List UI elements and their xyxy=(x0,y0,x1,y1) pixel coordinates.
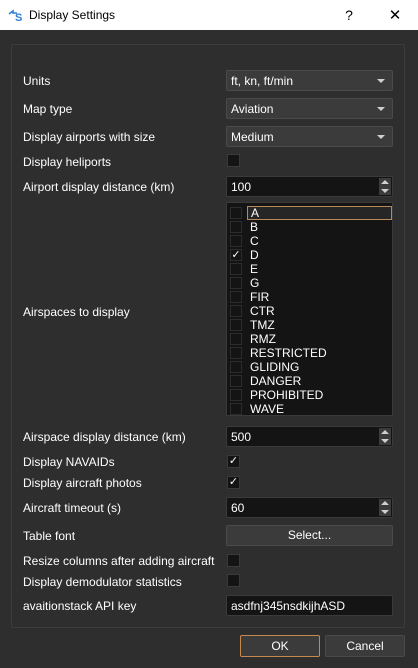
cancel-button[interactable]: Cancel xyxy=(325,635,405,657)
list-item-restricted[interactable]: RESTRICTED xyxy=(227,346,392,360)
list-item-label: A xyxy=(247,206,392,220)
resize-columns-checkbox[interactable] xyxy=(227,554,240,567)
list-item-rmz[interactable]: RMZ xyxy=(227,332,392,346)
select-font-button[interactable]: Select... xyxy=(226,525,393,546)
list-item-label: DANGER xyxy=(250,374,302,388)
list-item-b[interactable]: B xyxy=(227,220,392,234)
map-type-combo[interactable]: Aviation xyxy=(226,98,393,119)
list-item-checkbox[interactable] xyxy=(230,277,242,289)
chevron-down-icon xyxy=(377,79,385,83)
airport-size-value: Medium xyxy=(231,130,274,144)
airport-distance-spinbox[interactable]: 100 xyxy=(226,176,393,197)
list-item-label: FIR xyxy=(250,290,270,304)
list-item-label: D xyxy=(250,248,259,262)
svg-text:S: S xyxy=(15,12,22,22)
heliports-label: Display heliports xyxy=(23,155,112,169)
list-item-label: GLIDING xyxy=(250,360,300,374)
list-item-tmz[interactable]: TMZ xyxy=(227,318,392,332)
map-type-value: Aviation xyxy=(231,102,274,116)
list-item-label: CTR xyxy=(250,304,275,318)
close-button[interactable]: ✕ xyxy=(372,0,418,30)
list-item-c[interactable]: C xyxy=(227,234,392,248)
spin-down-icon[interactable] xyxy=(381,510,389,514)
airport-distance-label: Airport display distance (km) xyxy=(23,180,175,194)
airport-distance-value: 100 xyxy=(231,180,252,194)
airspaces-label: Airspaces to display xyxy=(23,305,130,319)
spin-up-icon[interactable] xyxy=(381,180,389,184)
list-item-checkbox[interactable]: ✓ xyxy=(230,249,242,261)
aircraft-timeout-spinbox[interactable]: 60 xyxy=(226,497,393,518)
aircraft-timeout-value: 60 xyxy=(231,501,245,515)
airport-size-combo[interactable]: Medium xyxy=(226,126,393,147)
api-key-input[interactable]: asdfnj345nsdkijhASD xyxy=(226,595,393,616)
demod-stats-checkbox[interactable] xyxy=(227,574,240,587)
units-value: ft, kn, ft/min xyxy=(231,74,294,88)
list-item-checkbox[interactable] xyxy=(230,361,242,373)
list-item-label: RESTRICTED xyxy=(250,346,327,360)
aircraft-timeout-label: Aircraft timeout (s) xyxy=(23,501,122,515)
list-item-wave[interactable]: WAVE xyxy=(227,402,392,416)
list-item-label: B xyxy=(250,220,259,234)
spin-buttons[interactable] xyxy=(379,428,391,445)
spin-down-icon[interactable] xyxy=(381,439,389,443)
demod-stats-label: Display demodulator statistics xyxy=(23,575,182,589)
list-item-checkbox[interactable] xyxy=(230,333,242,345)
airport-size-label: Display airports with size xyxy=(23,130,156,144)
app-logo-icon: S xyxy=(8,9,22,22)
list-item-label: PROHIBITED xyxy=(250,388,324,402)
spin-up-icon[interactable] xyxy=(381,501,389,505)
api-key-label: avaitionstack API key xyxy=(23,599,137,613)
list-item-danger[interactable]: DANGER xyxy=(227,374,392,388)
help-button[interactable]: ? xyxy=(326,0,372,30)
list-item-gliding[interactable]: GLIDING xyxy=(227,360,392,374)
list-item-ctr[interactable]: CTR xyxy=(227,304,392,318)
spin-down-icon[interactable] xyxy=(381,189,389,193)
list-item-label: RMZ xyxy=(250,332,276,346)
map-type-label: Map type xyxy=(23,102,73,116)
spin-buttons[interactable] xyxy=(379,499,391,516)
list-item-checkbox[interactable] xyxy=(230,263,242,275)
list-item-checkbox[interactable] xyxy=(230,305,242,317)
list-item-d[interactable]: ✓ D xyxy=(227,248,392,262)
list-item-checkbox[interactable] xyxy=(230,291,242,303)
airspace-distance-label: Airspace display distance (km) xyxy=(23,430,186,444)
list-item-g[interactable]: G xyxy=(227,276,392,290)
navaids-label: Display NAVAIDs xyxy=(23,455,115,469)
airspace-distance-value: 500 xyxy=(231,430,252,444)
list-item-checkbox[interactable] xyxy=(230,347,242,359)
list-item-checkbox[interactable] xyxy=(230,403,242,415)
list-item-checkbox[interactable] xyxy=(230,221,242,233)
list-item-label: TMZ xyxy=(250,318,275,332)
aircraft-photos-label: Display aircraft photos xyxy=(23,476,142,490)
title-bar: S Display Settings ? ✕ xyxy=(0,0,418,30)
list-item-checkbox[interactable] xyxy=(230,389,242,401)
list-item-label: G xyxy=(250,276,260,290)
list-item-label: C xyxy=(250,234,259,248)
list-item-checkbox[interactable] xyxy=(230,319,242,331)
spin-buttons[interactable] xyxy=(379,178,391,195)
list-item-label: E xyxy=(250,262,259,276)
chevron-down-icon xyxy=(377,135,385,139)
list-item-checkbox[interactable] xyxy=(230,207,242,219)
table-font-label: Table font xyxy=(23,529,76,543)
list-item-checkbox[interactable] xyxy=(230,235,242,247)
chevron-down-icon xyxy=(377,107,385,111)
list-item-label: WAVE xyxy=(250,402,285,416)
list-item-a[interactable]: A xyxy=(227,206,392,220)
navaids-checkbox[interactable]: ✓ xyxy=(227,455,240,468)
list-item-e[interactable]: E xyxy=(227,262,392,276)
aircraft-photos-checkbox[interactable]: ✓ xyxy=(227,476,240,489)
units-combo[interactable]: ft, kn, ft/min xyxy=(226,70,393,91)
window-title: Display Settings xyxy=(29,8,116,22)
spin-up-icon[interactable] xyxy=(381,430,389,434)
ok-button[interactable]: OK xyxy=(240,635,320,657)
list-item-checkbox[interactable] xyxy=(230,375,242,387)
resize-columns-label: Resize columns after adding aircraft xyxy=(23,554,215,568)
units-label: Units xyxy=(23,74,51,88)
list-item-fir[interactable]: FIR xyxy=(227,290,392,304)
airspace-distance-spinbox[interactable]: 500 xyxy=(226,426,393,447)
heliports-checkbox[interactable] xyxy=(227,154,240,167)
airspaces-list[interactable]: A B C ✓ D E G FIR CTR TMZ RMZ RESTRICTED xyxy=(226,202,393,416)
list-item-prohibited[interactable]: PROHIBITED xyxy=(227,388,392,402)
